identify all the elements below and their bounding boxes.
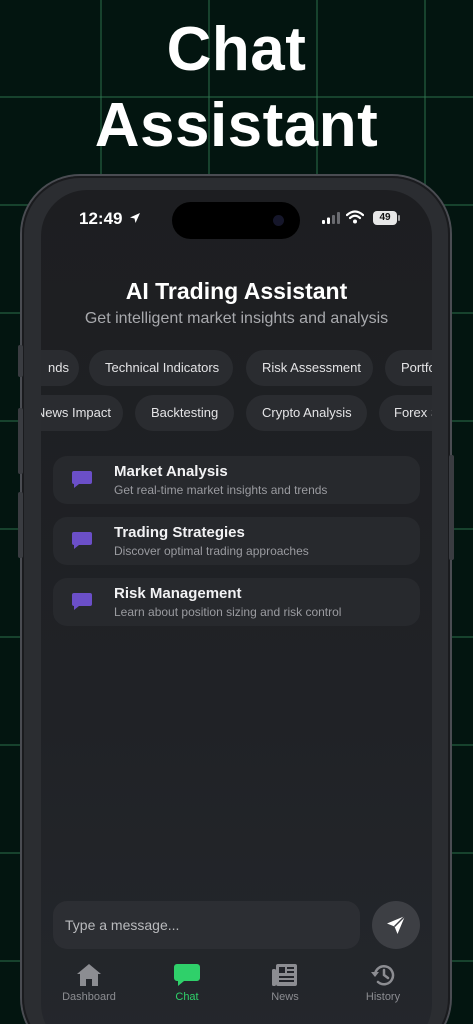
card-title: Risk Management [114,585,242,602]
tab-history[interactable]: History [335,962,431,1012]
tab-news[interactable]: News [237,962,333,1012]
suggestion-chip[interactable]: Backtesting [135,395,234,431]
app-screenshot: Chat Assistant 12:49 49 AI Trading Assis… [0,0,473,1024]
suggestion-card-risk-management[interactable]: Risk Management Learn about position siz… [53,578,420,626]
page-title: AI Trading Assistant [125,278,348,304]
suggestion-chip[interactable]: Forex S [379,395,432,431]
battery-icon: 49 [373,211,397,225]
card-title: Trading Strategies [114,524,245,541]
tab-label: Dashboard [62,991,116,1003]
history-icon [371,965,395,986]
card-description: Discover optimal trading approaches [114,544,309,558]
status-time: 12:49 [79,209,123,228]
location-arrow-icon [130,213,140,223]
suggestion-card-trading-strategies[interactable]: Trading Strategies Discover optimal trad… [53,517,420,565]
suggestion-chip[interactable]: Risk Assessment [246,350,373,386]
tab-dashboard[interactable]: Dashboard [41,962,137,1012]
send-button[interactable] [372,901,420,949]
dynamic-island [172,202,300,239]
wifi-icon [346,210,364,224]
chat-bubble-icon [72,532,92,549]
card-description: Get real-time market insights and trends [114,483,328,497]
home-icon [77,964,101,986]
suggestion-card-market-analysis[interactable]: Market Analysis Get real-time market ins… [53,456,420,504]
tab-label: History [365,991,401,1003]
suggestion-chip[interactable]: Technical Indicators [89,350,233,386]
suggestion-chips-row-2[interactable]: News Impact Backtesting Crypto Analysis … [41,395,432,431]
suggestion-chip[interactable]: Crypto Analysis [246,395,367,431]
hero-line-2: Assistant [94,91,379,160]
tab-bar: Dashboard Chat News History [41,956,432,1016]
page-subtitle: Get intelligent market insights and anal… [84,310,389,327]
phone-side-button [18,492,23,558]
phone-side-button [18,345,23,377]
phone-side-button [449,455,454,560]
tab-label: Chat [175,991,199,1003]
suggestion-chip[interactable]: Portfo [385,350,432,386]
battery-nub [398,215,400,221]
chat-bubble-icon [72,593,92,610]
suggestion-chips-row-1[interactable]: nds Technical Indicators Risk Assessment… [41,350,432,386]
phone-screen: 12:49 49 AI Trading Assistant Get intell… [41,190,432,1024]
hero-line-1: Chat [166,15,307,84]
send-icon [387,915,406,934]
chat-bubble-icon [72,471,92,488]
tab-label: News [271,991,299,1003]
suggestion-chip[interactable]: nds [41,350,79,386]
tab-chat[interactable]: Chat [139,962,235,1012]
card-title: Market Analysis [114,463,228,480]
hero-title: Chat Assistant [0,12,473,164]
camera-dot [273,215,284,226]
message-input[interactable] [53,901,360,949]
newspaper-icon [272,964,297,986]
suggestion-chip[interactable]: News Impact [41,395,123,431]
chat-icon [174,964,200,986]
cellular-signal-icon [322,212,340,224]
card-description: Learn about position sizing and risk con… [114,605,342,619]
phone-side-button [18,408,23,474]
